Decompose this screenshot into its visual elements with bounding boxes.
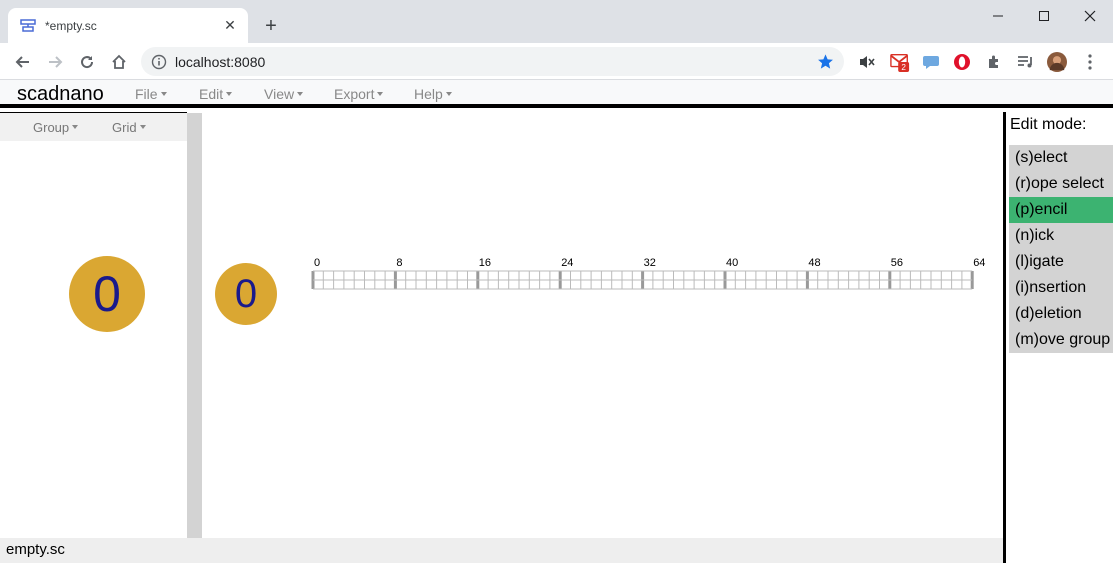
close-window-icon[interactable] — [1067, 0, 1113, 32]
tab-title: *empty.sc — [45, 18, 97, 33]
menu-edit[interactable]: Edit — [199, 86, 232, 102]
edit-mode-nick[interactable]: (n)ick — [1009, 223, 1113, 249]
app-menubar: scadnano File Edit View Export Help — [0, 80, 1113, 108]
status-filename: empty.sc — [6, 541, 65, 558]
gmail-badge: 2 — [901, 63, 906, 72]
tick-label: 64 — [973, 257, 985, 269]
profile-avatar[interactable] — [1047, 52, 1067, 72]
main-view-panel: 0 0 8 16 24 32 40 48 56 64 — [202, 113, 1003, 538]
tick-label: 16 — [479, 257, 491, 269]
browser-toolbar: localhost:8080 2 — [0, 43, 1113, 80]
back-icon[interactable] — [9, 48, 37, 76]
edit-mode-pencil[interactable]: (p)encil — [1009, 197, 1113, 223]
side-view-menubar: Group Grid — [0, 113, 187, 141]
new-tab-button[interactable]: + — [259, 14, 283, 38]
edit-mode-move-group[interactable]: (m)ove group — [1009, 327, 1113, 353]
mute-tab-icon[interactable] — [857, 52, 877, 72]
menu-file[interactable]: File — [135, 86, 167, 102]
scadnano-favicon-icon — [20, 18, 36, 34]
edit-mode-select[interactable]: (s)elect — [1009, 145, 1113, 171]
menu-help[interactable]: Help — [414, 86, 452, 102]
chat-extension-icon[interactable] — [921, 52, 941, 72]
media-playlist-icon[interactable] — [1016, 52, 1036, 72]
browser-tab-strip: *empty.sc ✕ + — [0, 0, 1113, 43]
status-bar: empty.sc — [0, 538, 1004, 563]
helix-ruler[interactable]: 0 8 16 24 32 40 48 56 64 — [202, 238, 992, 298]
extensions-puzzle-icon[interactable] — [984, 52, 1004, 72]
edit-mode-insertion[interactable]: (i)nsertion — [1009, 275, 1113, 301]
tick-label: 48 — [808, 257, 820, 269]
browser-menu-icon[interactable] — [1080, 52, 1100, 72]
browser-tab[interactable]: *empty.sc ✕ — [8, 8, 248, 43]
close-tab-icon[interactable]: ✕ — [222, 17, 238, 34]
tick-label: 0 — [314, 257, 320, 269]
app-brand: scadnano — [17, 83, 104, 105]
tick-label: 40 — [726, 257, 738, 269]
menu-group[interactable]: Group — [33, 120, 78, 135]
menu-grid[interactable]: Grid — [112, 120, 146, 135]
forward-icon[interactable] — [41, 48, 69, 76]
side-helix-circle[interactable]: 0 — [69, 256, 145, 332]
side-view-panel: Group Grid 0 — [0, 112, 187, 538]
opera-extension-icon[interactable] — [952, 52, 972, 72]
edit-mode-panel: Edit mode: (s)elect (r)ope select (p)encil… — [1003, 112, 1113, 563]
edit-mode-deletion[interactable]: (d)eletion — [1009, 301, 1113, 327]
address-bar[interactable]: localhost:8080 — [141, 47, 844, 76]
side-helix-label: 0 — [93, 266, 121, 322]
bookmark-star-icon[interactable] — [817, 53, 834, 70]
edit-mode-rope-select[interactable]: (r)ope select — [1009, 171, 1113, 197]
edit-mode-ligate[interactable]: (l)igate — [1009, 249, 1113, 275]
gmail-extension-icon[interactable]: 2 — [890, 52, 910, 72]
panel-divider[interactable] — [187, 113, 202, 538]
reload-icon[interactable] — [73, 48, 101, 76]
minimize-window-icon[interactable] — [975, 0, 1021, 32]
maximize-window-icon[interactable] — [1021, 0, 1067, 32]
site-info-icon[interactable] — [151, 54, 167, 70]
tick-label: 56 — [891, 257, 903, 269]
edit-mode-label: Edit mode: — [1010, 116, 1087, 133]
url-text: localhost:8080 — [175, 53, 266, 70]
tick-label: 32 — [644, 257, 656, 269]
menu-view[interactable]: View — [264, 86, 303, 102]
tick-label: 24 — [561, 257, 573, 269]
home-icon[interactable] — [105, 48, 133, 76]
tick-label: 8 — [396, 257, 402, 269]
menu-export[interactable]: Export — [334, 86, 383, 102]
